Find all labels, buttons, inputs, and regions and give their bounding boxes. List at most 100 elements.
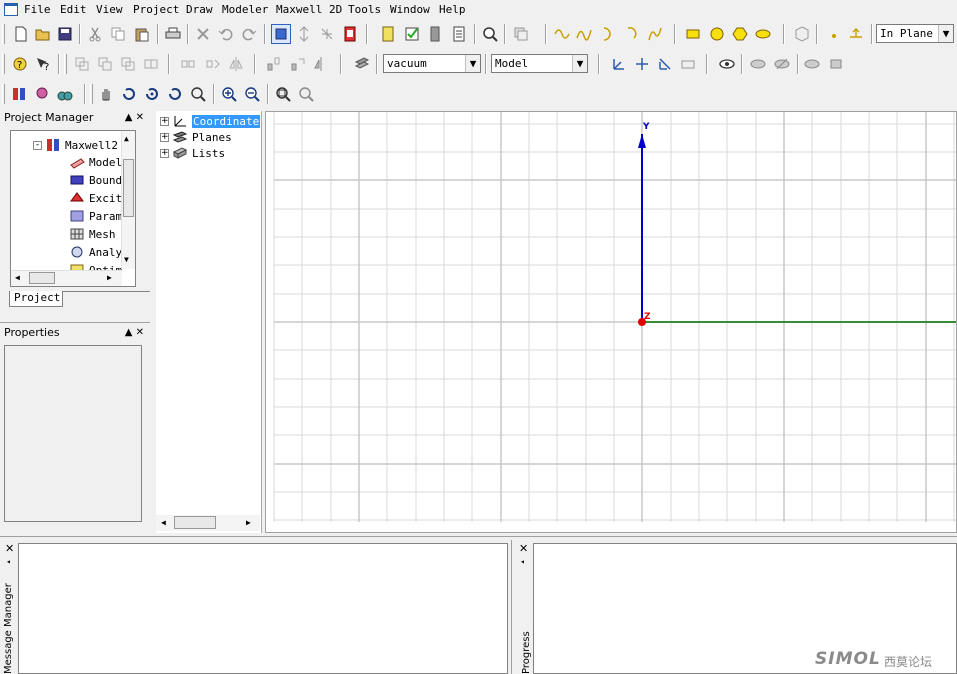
chevron-left-icon[interactable]: ◂ — [6, 557, 11, 566]
split-icon[interactable] — [141, 54, 161, 74]
material-select[interactable]: vacuum ▼ — [383, 54, 481, 73]
project-tree-horizontal-scrollbar[interactable]: ◀ ▶ — [11, 270, 122, 286]
menu-project[interactable]: Project — [133, 3, 179, 16]
scroll-left-icon[interactable]: ◀ — [15, 273, 20, 282]
show-all-icon[interactable] — [748, 54, 768, 74]
tree-item-excitations[interactable]: Excit — [69, 190, 122, 206]
close-icon[interactable]: ✕ — [519, 542, 528, 555]
modeler-viewport[interactable]: Y Z — [265, 111, 957, 533]
chevron-down-icon[interactable]: ▼ — [572, 55, 587, 72]
message-manager-content[interactable] — [18, 543, 508, 674]
tab-project[interactable]: Project — [9, 291, 63, 307]
viewport-canvas[interactable] — [266, 112, 956, 532]
tree-item-parameters[interactable]: Param — [69, 208, 122, 224]
draw-polygon-icon[interactable] — [730, 24, 750, 44]
model-tree-horizontal-scrollbar[interactable]: ◀ ▶ — [156, 515, 260, 531]
rotate-view-icon[interactable] — [119, 84, 139, 104]
toolbar-grip[interactable] — [2, 24, 5, 44]
fit-selection-icon[interactable] — [296, 84, 316, 104]
close-icon[interactable]: ✕ — [5, 542, 14, 555]
duplicate-mirror-icon[interactable] — [311, 54, 331, 74]
app-icon[interactable] — [4, 3, 18, 16]
zoom-window-icon[interactable] — [188, 84, 208, 104]
draw-rectangle-icon[interactable] — [683, 24, 703, 44]
analyze-icon[interactable] — [425, 24, 445, 44]
draw-line-icon[interactable] — [552, 24, 572, 44]
open-icon[interactable] — [33, 24, 53, 44]
select-object-icon[interactable] — [271, 24, 291, 44]
scroll-thumb[interactable] — [174, 516, 216, 529]
paste-icon[interactable] — [132, 24, 152, 44]
context-help-icon[interactable]: ? — [10, 54, 30, 74]
hide-selection-icon[interactable] — [826, 54, 846, 74]
tree-item-boundaries[interactable]: Bound — [69, 172, 122, 188]
zoom-in-icon[interactable] — [219, 84, 239, 104]
fit-all-icon[interactable] — [273, 84, 293, 104]
show-hide-icon[interactable] — [717, 54, 737, 74]
material-icon[interactable] — [352, 54, 372, 74]
subtract-icon[interactable] — [95, 54, 115, 74]
expand-icon[interactable]: + — [160, 132, 169, 142]
hide-all-icon[interactable] — [772, 54, 792, 74]
validate-icon[interactable] — [340, 24, 360, 44]
draw-equation-curve-icon[interactable] — [645, 24, 665, 44]
cascade-icon[interactable] — [511, 24, 531, 44]
menu-window[interactable]: Window — [390, 3, 430, 16]
tree-item-planes[interactable]: + Planes — [160, 129, 232, 145]
scroll-up-icon[interactable]: ▲ — [124, 134, 129, 143]
menu-modeler[interactable]: Modeler — [222, 3, 268, 16]
add-design-icon[interactable] — [32, 84, 52, 104]
rotate-icon[interactable] — [317, 24, 337, 44]
expand-icon[interactable]: + — [160, 116, 169, 126]
cs-list-icon[interactable] — [678, 54, 698, 74]
model-select[interactable]: Model ▼ — [491, 54, 588, 73]
maxwell-project-icon[interactable] — [9, 84, 29, 104]
zoom-out-icon[interactable] — [242, 84, 262, 104]
draw-center-arc-icon[interactable] — [622, 24, 642, 44]
print-icon[interactable] — [163, 24, 183, 44]
scroll-left-icon[interactable]: ◀ — [161, 518, 166, 527]
menu-file[interactable]: File — [24, 3, 51, 16]
menu-help[interactable]: Help — [439, 3, 466, 16]
show-selection-icon[interactable] — [802, 54, 822, 74]
coordinate-system-icon[interactable] — [609, 54, 629, 74]
scroll-down-icon[interactable]: ▼ — [124, 255, 129, 264]
pane-pin-close-buttons[interactable]: ▲ ✕ — [125, 111, 144, 124]
cut-icon[interactable] — [85, 24, 105, 44]
menu-tools[interactable]: Tools — [348, 3, 381, 16]
validate-check-icon[interactable] — [402, 24, 422, 44]
draw-ellipse-icon[interactable] — [753, 24, 773, 44]
new-icon[interactable] — [11, 24, 31, 44]
project-tree-vertical-scrollbar[interactable]: ▲ ▼ — [121, 131, 135, 269]
tree-item-model[interactable]: Model — [69, 154, 122, 170]
scroll-thumb[interactable] — [123, 159, 134, 217]
menu-view[interactable]: View — [96, 3, 123, 16]
pan-icon[interactable] — [96, 84, 116, 104]
intersect-icon[interactable] — [118, 54, 138, 74]
report-icon[interactable] — [449, 24, 469, 44]
scroll-thumb[interactable] — [29, 272, 55, 284]
tree-item-mesh[interactable]: Mesh — [69, 226, 116, 242]
tree-item-lists[interactable]: + Lists — [160, 145, 225, 161]
menu-maxwell2d[interactable]: Maxwell 2D — [276, 3, 342, 16]
rotate-about-model-icon[interactable] — [142, 84, 162, 104]
face-cs-icon[interactable] — [655, 54, 675, 74]
binoculars-icon[interactable] — [55, 84, 75, 104]
redo-icon[interactable] — [239, 24, 259, 44]
scroll-right-icon[interactable]: ▶ — [107, 273, 112, 282]
menu-draw[interactable]: Draw — [186, 3, 213, 16]
duplicate-around-axis-icon[interactable] — [288, 54, 308, 74]
unite-icon[interactable] — [72, 54, 92, 74]
menu-edit[interactable]: Edit — [60, 3, 87, 16]
copy-icon[interactable] — [108, 24, 128, 44]
find-icon[interactable] — [480, 24, 500, 44]
document-icon[interactable] — [378, 24, 398, 44]
draw-plane-icon[interactable] — [846, 24, 866, 44]
plane-select[interactable]: In Plane ▼ — [876, 24, 954, 43]
chevron-left-icon[interactable]: ◂ — [520, 557, 525, 566]
chevron-down-icon[interactable]: ▼ — [938, 25, 953, 42]
draw-spline-icon[interactable] — [574, 24, 594, 44]
relative-cs-icon[interactable] — [632, 54, 652, 74]
collapse-icon[interactable]: - — [33, 140, 42, 150]
scroll-right-icon[interactable]: ▶ — [246, 518, 251, 527]
